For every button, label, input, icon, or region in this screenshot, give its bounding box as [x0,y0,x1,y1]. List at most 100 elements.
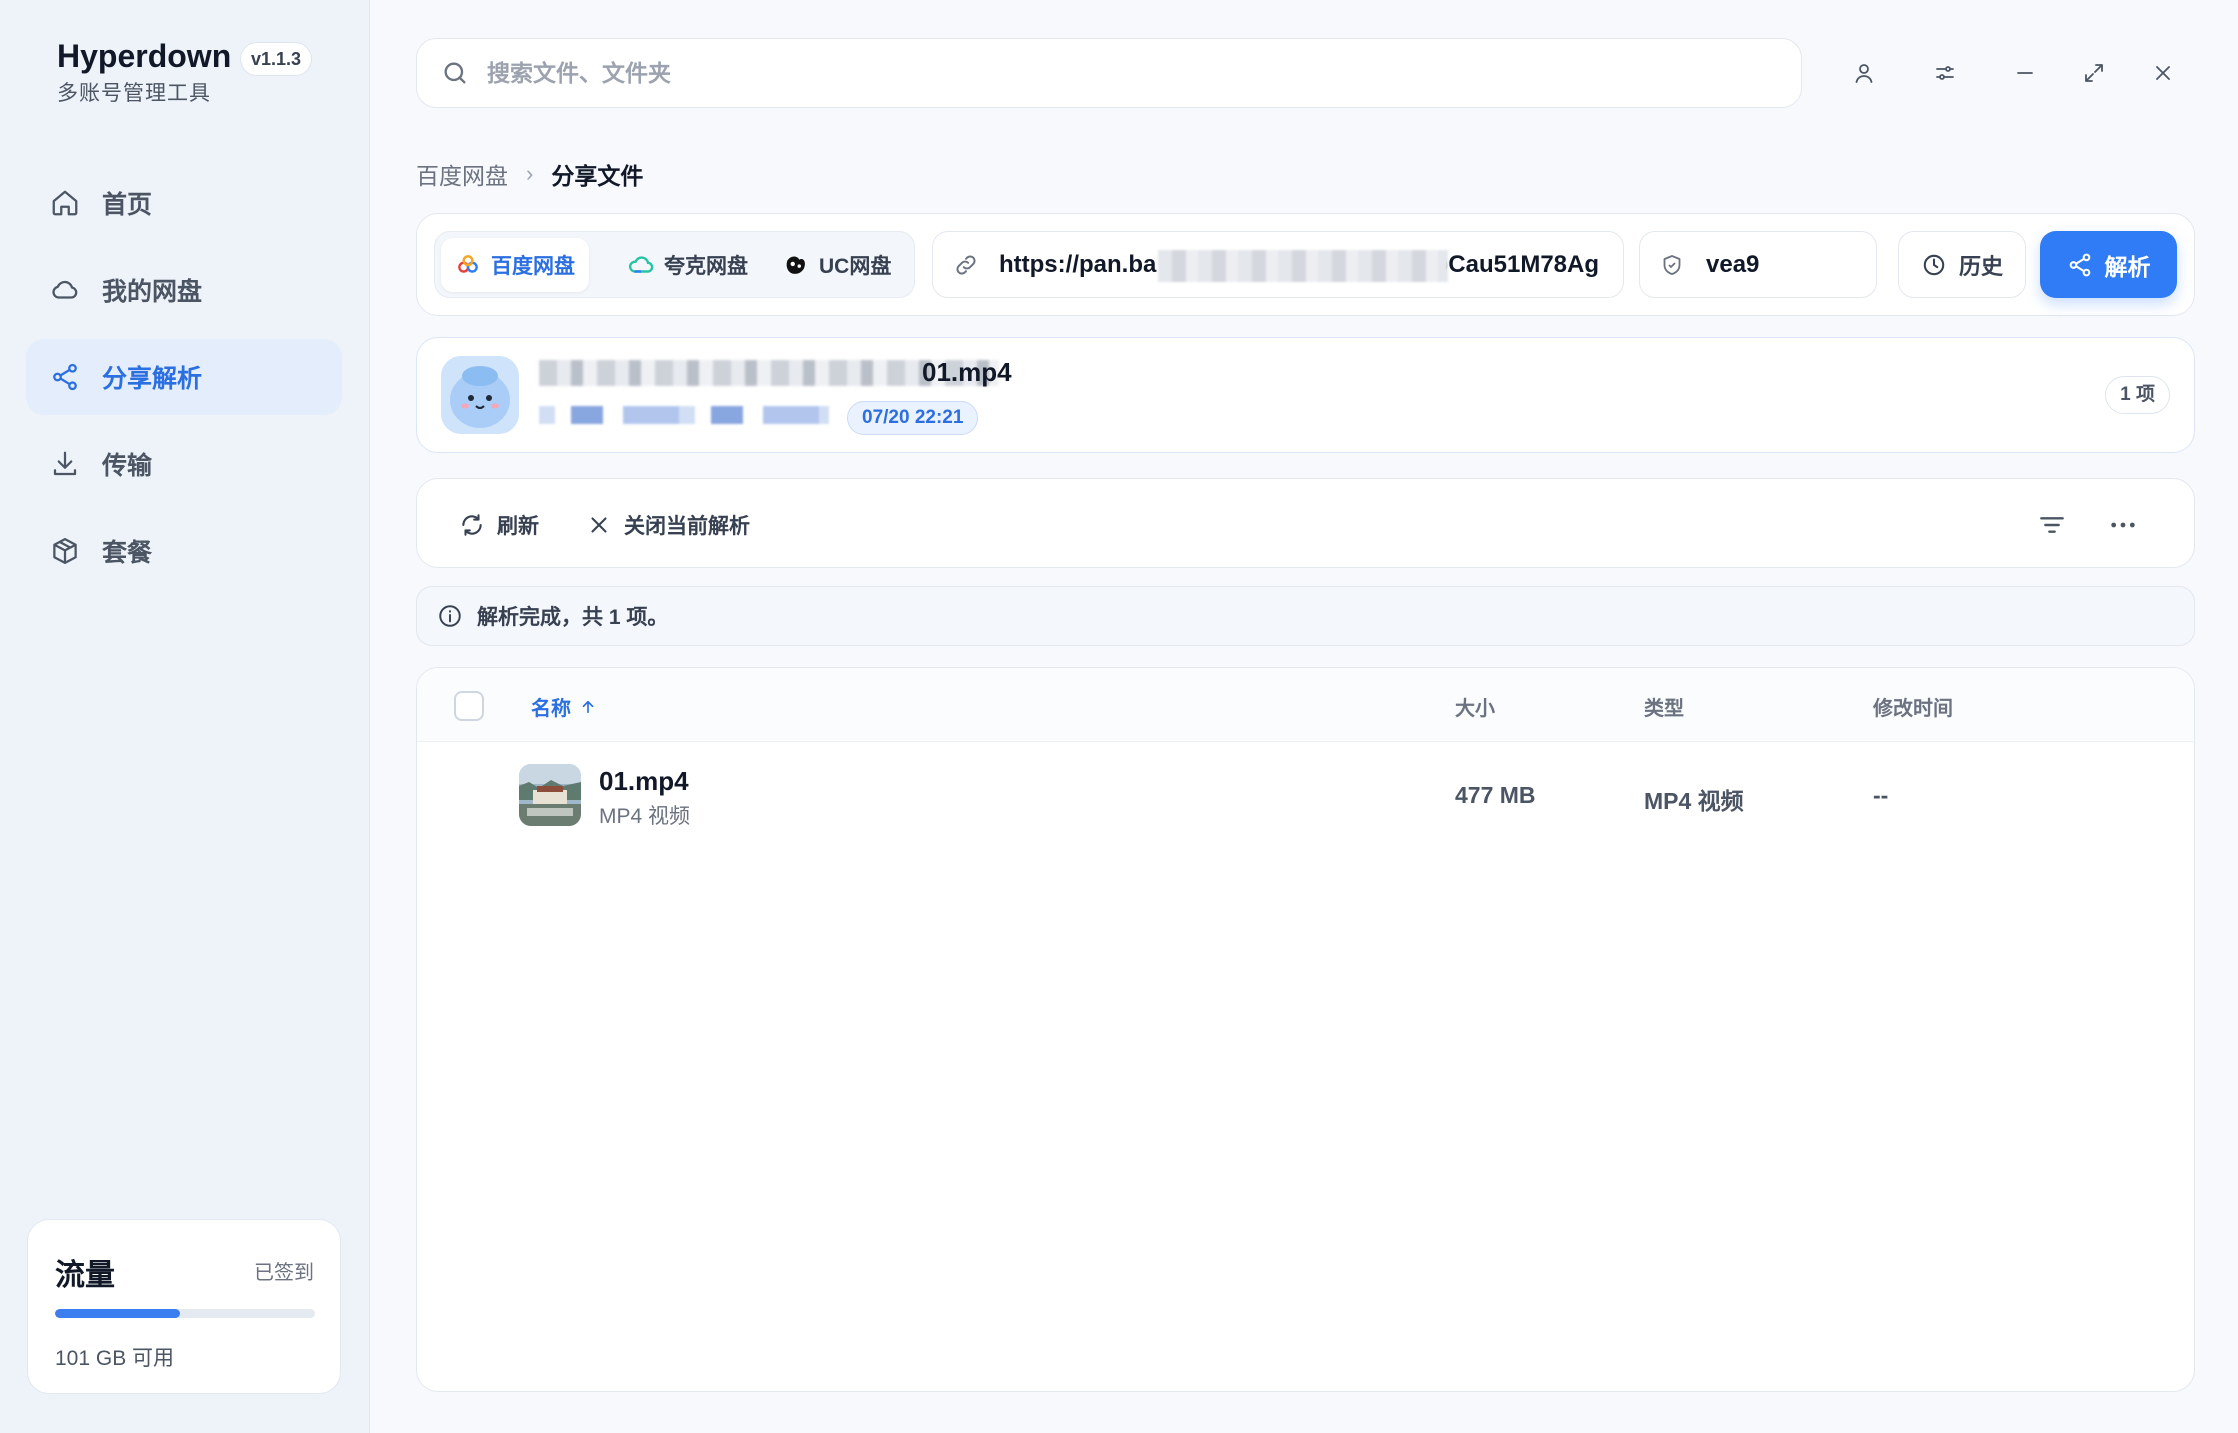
quota-progress-bar [55,1309,315,1318]
share-date-badge: 07/20 22:21 [847,401,979,435]
tab-uc[interactable]: UC网盘 [769,238,905,292]
sidebar-item-label: 首页 [102,191,153,219]
minimize-icon [2017,72,2033,74]
search-input[interactable] [487,59,1801,87]
settings-button[interactable] [1928,56,1962,90]
history-button[interactable]: 历史 [1898,231,2026,298]
sidebar-item-transfer[interactable]: 传输 [26,426,342,502]
file-type: MP4 视频 [1644,788,1744,814]
breadcrumb-current: 分享文件 [551,163,644,189]
file-size: 477 MB [1455,782,1536,808]
table-row[interactable]: 01.mp4 MP4 视频 477 MB MP4 视频 -- [417,742,2194,852]
column-header-name-label: 名称 [531,698,571,720]
close-icon [591,517,607,533]
file-modified: -- [1873,782,1889,808]
info-icon [439,605,461,627]
sidebar-item-label: 分享解析 [102,365,203,393]
quota-available: 101 GB 可用 [55,1347,175,1370]
sidebar-item-plan[interactable]: 套餐 [26,513,342,589]
provider-label: 夸克网盘 [664,255,748,278]
sidebar-item-share-parse[interactable]: 分享解析 [26,339,342,415]
avatar [441,356,519,434]
close-parse-button[interactable]: 关闭当前解析 [586,505,750,545]
link-icon [956,255,976,274]
refresh-button[interactable]: 刷新 [459,505,539,545]
expand-icon [2085,64,2103,82]
maximize-button[interactable] [2077,56,2111,90]
breadcrumb-separator: › [526,161,534,186]
traffic-quota-card: 流量 已签到 101 GB 可用 [27,1219,341,1394]
sliders-icon [1936,66,1954,80]
video-thumbnail [519,764,581,826]
tab-quark[interactable]: 夸克网盘 [614,238,762,292]
close-parse-label: 关闭当前解析 [624,515,750,538]
checkin-status[interactable]: 已签到 [254,1256,314,1285]
select-all-checkbox[interactable] [454,691,484,721]
app-subtitle: 多账号管理工具 [57,82,211,105]
filter-icon[interactable] [2036,509,2068,541]
app-brand: Hyperdown v1.1.3 多账号管理工具 [57,38,313,107]
redacted-url-segment [1158,250,1448,282]
provider-label: 百度网盘 [491,255,575,278]
provider-label: UC网盘 [819,255,892,278]
parse-status-alert: 解析完成，共 1 项。 [416,586,2195,646]
uc-icon [786,256,805,274]
extract-code-field[interactable]: vea9 [1639,231,1877,298]
column-header-type[interactable]: 类型 [1644,692,1684,721]
share-parse-bar: 百度网盘 夸克网盘 UC网盘 https://pan.ba bCau51M78A… [416,213,2195,316]
sidebar-item-label: 套餐 [102,539,153,567]
column-header-name[interactable]: 名称 [531,692,597,721]
share-url-suffix: bCau51M78Ag [1433,250,1599,278]
breadcrumb: 百度网盘 › 分享文件 [416,157,643,191]
share-url-field[interactable]: https://pan.ba bCau51M78Ag [932,231,1624,298]
refresh-icon [462,514,482,536]
shield-icon [1663,254,1681,275]
file-table: 名称 大小 类型 修改时间 01.mp4 MP4 视频 477 MB MP4 视… [416,667,2195,1392]
extract-code-value: vea9 [1706,250,1760,278]
search-bar[interactable] [416,38,1802,108]
package-icon [53,538,77,564]
breadcrumb-parent[interactable]: 百度网盘 [416,157,508,191]
sidebar-item-home[interactable]: 首页 [26,165,342,241]
home-icon [52,190,78,216]
cloud-icon [52,280,78,299]
baidu-icon [458,255,478,273]
minimize-button[interactable] [2008,56,2042,90]
version-badge: v1.1.3 [240,42,313,76]
account-button[interactable] [1847,56,1881,90]
parse-button[interactable]: 解析 [2040,231,2177,298]
app-name: Hyperdown [57,38,232,74]
refresh-label: 刷新 [497,515,539,538]
sidebar-item-label: 传输 [102,452,153,480]
redacted-share-meta [539,406,829,424]
item-count-badge: 1 项 [2105,376,2170,414]
sidebar-item-my-drive[interactable]: 我的网盘 [26,252,342,328]
quark-icon [628,256,654,273]
clock-icon [1923,254,1945,275]
share-info-card: 01.mp4 07/20 22:21 1 项 [416,337,2195,453]
parse-label: 解析 [2104,253,2151,280]
sidebar-nav: 首页 我的网盘 分享解析 传输 套餐 [26,165,342,600]
share-url-prefix: https://pan.ba [999,250,1157,278]
column-header-size[interactable]: 大小 [1455,692,1495,721]
close-window-button[interactable] [2146,56,2180,90]
file-name[interactable]: 01.mp4 [599,766,689,797]
share-icon [2069,253,2090,276]
tab-baidu[interactable]: 百度网盘 [441,238,589,292]
search-icon [444,62,466,84]
more-icon[interactable] [2107,509,2139,541]
column-header-modified[interactable]: 修改时间 [1873,692,1953,721]
sort-ascending-icon [582,700,594,713]
file-subtype: MP4 视频 [599,805,691,828]
close-icon [2156,66,2170,80]
quota-title: 流量 [55,1259,115,1292]
table-header: 名称 大小 类型 修改时间 [417,668,2194,742]
share-icon [53,363,77,391]
history-label: 历史 [1958,253,2003,279]
file-toolbar: 刷新 关闭当前解析 [416,478,2195,568]
provider-tabs: 百度网盘 夸克网盘 UC网盘 [434,231,915,298]
sidebar: Hyperdown v1.1.3 多账号管理工具 首页 我的网盘 分享解析 传输… [0,0,370,1433]
share-title: 01.mp4 [922,357,1012,387]
quota-progress-fill [55,1309,180,1318]
download-icon [53,451,77,476]
